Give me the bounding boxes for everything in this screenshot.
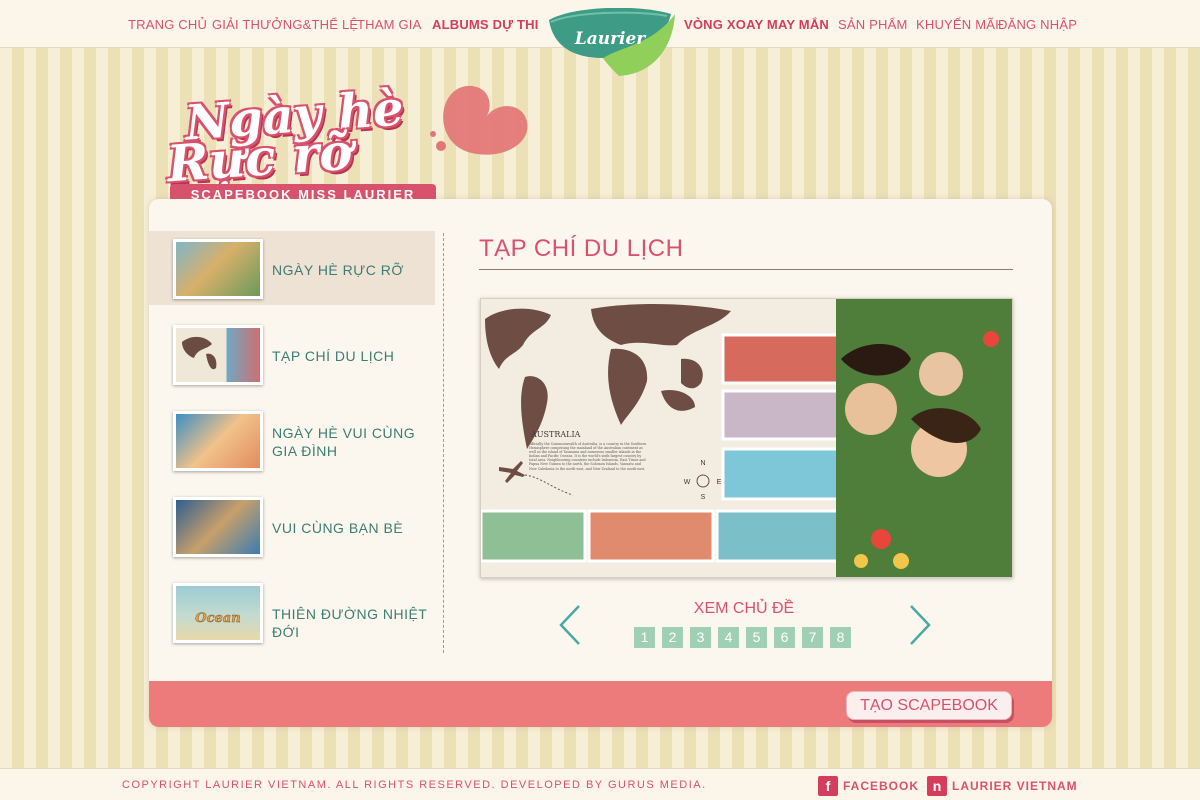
sidebar-item-tropical[interactable]: Ocean THIÊN ĐƯỜNG NHIỆT ĐỚI <box>149 575 435 649</box>
laurier-vietnam-label: LAURIER VIETNAM <box>952 779 1078 793</box>
australia-description-wrap: officially the Commonwealth of Australia… <box>529 442 647 471</box>
copyright-text: COPYRIGHT LAURIER VIETNAM. ALL RIGHTS RE… <box>122 779 707 791</box>
hero-title: Ngày hè Rực rỡ SCAPEBOOK MISS LAURIER <box>155 70 535 210</box>
page-button-2[interactable]: 2 <box>662 627 683 648</box>
svg-text:S: S <box>701 494 706 501</box>
family-thumbnail <box>173 411 263 471</box>
page-button-6[interactable]: 6 <box>774 627 795 648</box>
nav-promotions[interactable]: KHUYẾN MÃI <box>916 17 999 32</box>
sidebar-divider <box>443 233 444 653</box>
page-button-7[interactable]: 7 <box>802 627 823 648</box>
nav-join[interactable]: THAM GIA <box>357 17 421 32</box>
logo-text: Laurier <box>574 29 646 49</box>
sidebar-item-label: NGÀY HÈ VUI CÙNG GIA ĐÌNH <box>272 425 416 459</box>
sidebar-item-family[interactable]: NGÀY HÈ VUI CÙNG GIA ĐÌNH <box>149 403 435 477</box>
main-panel: NGÀY HÈ RỰC RỠ TẠP CHÍ DU LỊCH NGÀY HÈ V… <box>149 199 1052 727</box>
summer-thumbnail <box>173 239 263 299</box>
page-button-8[interactable]: 8 <box>830 627 851 648</box>
sidebar-item-summer[interactable]: NGÀY HÈ RỰC RỠ <box>149 231 435 305</box>
scrapbook-page-image: AUSTRALIA officially the Commonwealth of… <box>481 299 1012 577</box>
facebook-link[interactable]: f FACEBOOK <box>818 776 918 796</box>
create-scrapbook-button[interactable]: TẠO SCAPEBOOK <box>846 691 1012 720</box>
page-button-5[interactable]: 5 <box>746 627 767 648</box>
nav-prizes-rules[interactable]: GIẢI THƯỞNG&THỂ LỆ <box>212 17 358 32</box>
sidebar-item-label: TẠP CHÍ DU LỊCH <box>272 348 395 364</box>
svg-text:E: E <box>717 479 722 486</box>
australia-description: officially the Commonwealth of Australia… <box>529 442 647 471</box>
sidebar-item-label: THIÊN ĐƯỜNG NHIỆT ĐỚI <box>272 606 428 640</box>
nav-home[interactable]: TRANG CHỦ <box>128 17 207 32</box>
svg-text:W: W <box>684 479 691 486</box>
australia-heading: AUSTRALIA <box>530 430 581 439</box>
section-title: TẠP CHÍ DU LỊCH <box>479 235 684 262</box>
nav-lucky-wheel[interactable]: VÒNG XOAY MAY MẮN <box>684 17 829 32</box>
friends-thumbnail <box>173 497 263 557</box>
view-themes-label: XEM CHỦ ĐỀ <box>693 600 795 617</box>
page-button-3[interactable]: 3 <box>690 627 711 648</box>
sidebar-item-travel[interactable]: TẠP CHÍ DU LỊCH <box>149 317 435 391</box>
nav-albums[interactable]: ALBUMS DỰ THI <box>432 17 539 32</box>
facebook-label: FACEBOOK <box>843 779 920 793</box>
page-button-4[interactable]: 4 <box>718 627 739 648</box>
laurier-brand-icon: n <box>927 776 947 796</box>
title-divider <box>479 269 1013 270</box>
scrapbook-preview[interactable]: AUSTRALIA officially the Commonwealth of… <box>480 298 1013 578</box>
sidebar-item-friends[interactable]: VUI CÙNG BẠN BÈ <box>149 489 435 563</box>
laurier-vietnam-link[interactable]: n LAURIER VIETNAM <box>927 776 1087 796</box>
next-arrow-icon[interactable] <box>905 602 933 648</box>
nav-login[interactable]: ĐĂNG NHẬP <box>998 17 1077 32</box>
hero-line-2: Rực rỡ <box>165 121 355 194</box>
tropical-thumbnail: Ocean <box>173 583 263 643</box>
prev-arrow-icon[interactable] <box>557 602 585 648</box>
travel-thumbnail <box>173 325 263 385</box>
page-footer: COPYRIGHT LAURIER VIETNAM. ALL RIGHTS RE… <box>0 768 1200 800</box>
nav-products[interactable]: SẢN PHẨM <box>838 17 908 32</box>
svg-text:N: N <box>700 460 705 467</box>
heart-splash-icon <box>430 85 528 155</box>
page-button-1[interactable]: 1 <box>634 627 655 648</box>
sidebar-item-label: VUI CÙNG BẠN BÈ <box>272 520 404 536</box>
sidebar-item-label: NGÀY HÈ RỰC RỠ <box>272 262 404 278</box>
facebook-icon: f <box>818 776 838 796</box>
svg-text:Ocean: Ocean <box>195 611 240 626</box>
